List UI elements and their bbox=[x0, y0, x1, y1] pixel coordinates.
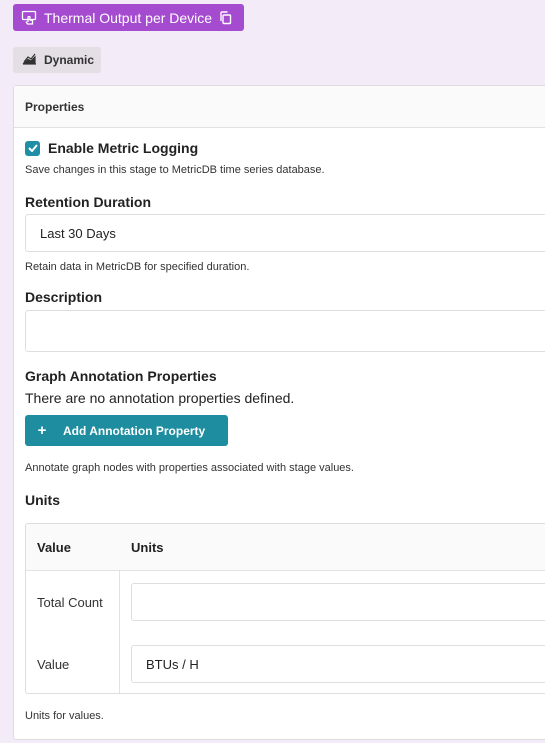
annotations-help: Annotate graph nodes with properties ass… bbox=[25, 462, 354, 474]
row-value-cell: Total Count bbox=[37, 595, 103, 610]
plus-icon: + bbox=[37, 422, 47, 439]
annotations-label: Graph Annotation Properties bbox=[25, 368, 217, 384]
units-help: Units for values. bbox=[25, 710, 104, 722]
description-label: Description bbox=[25, 289, 103, 305]
description-input[interactable] bbox=[25, 310, 545, 352]
column-header-value: Value bbox=[37, 540, 71, 555]
metric-logging-checkbox[interactable] bbox=[25, 140, 40, 156]
metric-logging-help: Save changes in this stage to MetricDB t… bbox=[25, 164, 325, 176]
copy-icon[interactable] bbox=[219, 10, 232, 25]
units-table: Value Units Total Count Value BTUs / H bbox=[25, 523, 545, 694]
chart-area-icon bbox=[22, 53, 37, 68]
stage-title-chip[interactable]: Thermal Output per Device bbox=[13, 4, 244, 31]
add-annotation-button[interactable]: + Add Annotation Property bbox=[25, 415, 228, 446]
hand-pointer-icon bbox=[21, 10, 37, 26]
retention-select[interactable]: Last 30 Days bbox=[25, 214, 545, 252]
annotations-empty-text: There are no annotation properties defin… bbox=[25, 390, 295, 406]
add-annotation-label: Add Annotation Property bbox=[63, 423, 206, 438]
panel-title: Properties bbox=[25, 99, 85, 114]
retention-help: Retain data in MetricDB for specified du… bbox=[25, 261, 250, 273]
units-input-value: BTUs / H bbox=[146, 656, 199, 672]
metric-logging-row[interactable]: Enable Metric Logging bbox=[25, 140, 198, 156]
table-row: Total Count bbox=[26, 571, 545, 633]
dynamic-mode-chip[interactable]: Dynamic bbox=[13, 47, 101, 73]
panel-header: Properties bbox=[14, 86, 545, 128]
column-header-units: Units bbox=[131, 540, 164, 555]
retention-value: Last 30 Days bbox=[40, 225, 116, 241]
units-label: Units bbox=[25, 492, 60, 508]
stage-title: Thermal Output per Device bbox=[44, 9, 213, 26]
table-header-row: Value Units bbox=[26, 524, 545, 571]
table-row: Value BTUs / H bbox=[26, 633, 545, 693]
properties-panel: Properties Enable Metric Logging Save ch… bbox=[13, 85, 545, 740]
units-input[interactable]: BTUs / H bbox=[131, 645, 545, 683]
metric-logging-label: Enable Metric Logging bbox=[48, 140, 199, 156]
dynamic-label: Dynamic bbox=[44, 53, 95, 67]
units-input[interactable] bbox=[131, 583, 545, 621]
retention-label: Retention Duration bbox=[25, 194, 151, 210]
row-value-cell: Value bbox=[37, 657, 70, 672]
